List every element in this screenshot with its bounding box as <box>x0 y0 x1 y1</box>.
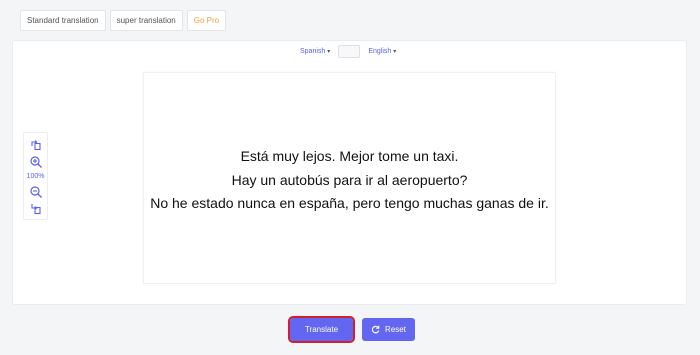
tab-go-pro[interactable]: Go Pro <box>186 10 227 31</box>
caret-down-icon: ▾ <box>393 49 397 55</box>
zoom-toolbar: 100% <box>23 132 48 220</box>
target-language-select[interactable]: English ▾ <box>364 45 400 58</box>
rotate-right-icon[interactable] <box>29 202 43 216</box>
zoom-in-icon[interactable] <box>29 155 43 169</box>
swap-languages-button[interactable] <box>338 45 361 58</box>
reset-button[interactable]: Reset <box>362 318 415 341</box>
rotate-left-icon[interactable] <box>29 138 43 152</box>
refresh-icon <box>371 325 380 334</box>
document-text: Está muy lejos. Mejor tome un taxi. Hay … <box>144 145 555 216</box>
translate-button[interactable]: Translate <box>288 316 355 343</box>
tab-standard-translation[interactable]: Standard translation <box>20 10 106 31</box>
document-line: Hay un autobús para ir al aeropuerto? <box>231 171 468 188</box>
target-language-label: English <box>368 48 392 55</box>
reset-label: Reset <box>385 325 406 334</box>
caret-down-icon: ▾ <box>327 49 331 55</box>
tab-super-translation[interactable]: super translation <box>109 10 183 31</box>
document-line: No he estado nunca en españa, pero tengo… <box>150 195 549 211</box>
document-line: Está muy lejos. Mejor tome un taxi. <box>240 148 459 164</box>
mode-tabs: Standard translation super translation G… <box>20 10 227 31</box>
zoom-out-icon[interactable] <box>29 185 43 199</box>
language-bar: Spanish ▾ English ▾ <box>296 45 400 58</box>
source-language-select[interactable]: Spanish ▾ <box>296 45 334 58</box>
source-language-label: Spanish <box>300 48 326 55</box>
document-preview: Está muy lejos. Mejor tome un taxi. Hay … <box>143 72 556 284</box>
zoom-level: 100% <box>26 173 45 180</box>
action-bar: Translate Reset <box>288 316 415 343</box>
